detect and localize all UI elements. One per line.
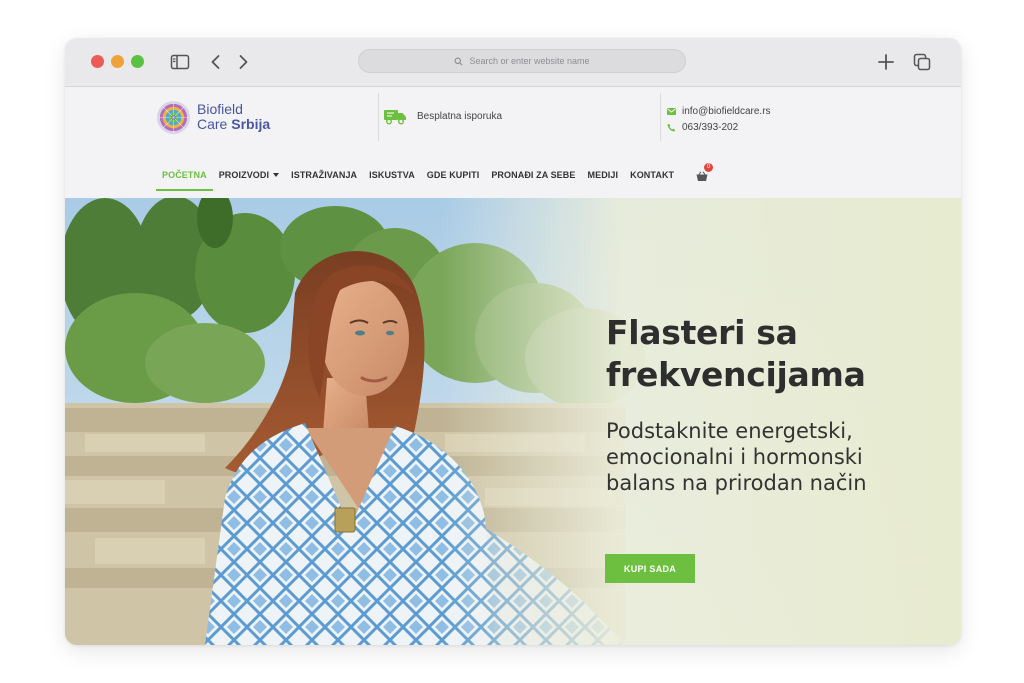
- site-topbar: Biofield Care Srbija Besplatna isporuka: [65, 87, 961, 149]
- nav-label: ISTRAŽIVANJA: [291, 170, 358, 180]
- address-placeholder: Search or enter website name: [469, 56, 590, 66]
- shipping-label: Besplatna isporuka: [417, 110, 503, 122]
- shopping-basket-icon: [696, 171, 708, 181]
- nav-item-gde-kupiti[interactable]: GDE KUPITI: [421, 169, 486, 189]
- phone-link[interactable]: 063/393-202: [682, 122, 738, 133]
- header-divider: [660, 93, 661, 141]
- nav-item-proizvodi[interactable]: PROIZVODI: [213, 169, 285, 189]
- nav-label: MEDIJI: [587, 170, 619, 180]
- phone-row[interactable]: 063/393-202: [667, 119, 771, 135]
- logo-wordmark: Biofield Care Srbija: [197, 102, 270, 132]
- email-link[interactable]: info@biofieldcare.rs: [682, 106, 771, 117]
- nav-label: KONTAKT: [630, 170, 675, 180]
- tabs-overview-icon[interactable]: [911, 51, 933, 73]
- nav-label: ISKUSTVA: [369, 170, 415, 180]
- maximize-window-button[interactable]: [131, 55, 144, 68]
- chevron-down-icon: [273, 173, 280, 177]
- site-logo[interactable]: Biofield Care Srbija: [156, 97, 276, 137]
- new-tab-plus-icon[interactable]: [875, 51, 897, 73]
- nav-item-mediji[interactable]: MEDIJI: [582, 169, 625, 189]
- free-shipping-info: Besplatna isporuka: [383, 107, 502, 125]
- nav-label: PROIZVODI: [218, 170, 270, 180]
- contact-info: info@biofieldcare.rs 063/393-202: [667, 103, 771, 135]
- nav-label: PRONAĐI ZA SEBE: [491, 170, 576, 180]
- nav-item-pronadji-za-sebe[interactable]: PRONAĐI ZA SEBE: [485, 169, 581, 189]
- logo-line-1: Biofield: [197, 101, 243, 117]
- minimize-window-button[interactable]: [111, 55, 124, 68]
- envelope-icon: [667, 107, 676, 115]
- nav-item-istrazivanja[interactable]: ISTRAŽIVANJA: [285, 169, 363, 189]
- buy-now-button[interactable]: KUPI SADA: [605, 554, 695, 583]
- address-bar[interactable]: Search or enter website name: [358, 49, 686, 73]
- browser-toolbar: Search or enter website name: [65, 38, 961, 87]
- sidebar-toggle-icon[interactable]: [169, 51, 191, 73]
- forward-arrow-icon[interactable]: [232, 51, 254, 73]
- website: Biofield Care Srbija Besplatna isporuka: [65, 87, 961, 645]
- main-navigation: POČETNA PROIZVODI ISTRAŽIVANJA ISKUSTVA …: [156, 163, 714, 193]
- logo-line-2: Care Srbija: [197, 117, 270, 132]
- nav-label: GDE KUPITI: [426, 170, 480, 180]
- nav-item-pocetna[interactable]: POČETNA: [156, 169, 213, 191]
- nav-item-iskustva[interactable]: ISKUSTVA: [363, 169, 421, 189]
- back-arrow-icon[interactable]: [205, 51, 227, 73]
- nav-item-kontakt[interactable]: KONTAKT: [624, 169, 680, 189]
- close-window-button[interactable]: [91, 55, 104, 68]
- nav-label: POČETNA: [162, 170, 207, 180]
- search-icon: [454, 57, 463, 65]
- header-divider: [378, 93, 379, 141]
- phone-icon: [667, 123, 676, 131]
- logo-care: Care: [197, 116, 228, 132]
- browser-window: Search or enter website name Biofield Ca…: [65, 38, 961, 645]
- hero-banner: Flasteri sa frekvencijama Podstaknite en…: [65, 198, 961, 645]
- mandala-logo-icon: [156, 100, 191, 134]
- cart-count-badge: 0: [704, 163, 714, 172]
- email-row[interactable]: info@biofieldcare.rs: [667, 103, 771, 119]
- cart-button[interactable]: 0: [696, 163, 714, 183]
- hero-title: Flasteri sa frekvencijama: [606, 313, 866, 394]
- logo-srbija: Srbija: [231, 116, 271, 132]
- hero-subtitle: Podstaknite energetski, emocionalni i ho…: [606, 419, 867, 495]
- delivery-truck-icon: [384, 110, 406, 125]
